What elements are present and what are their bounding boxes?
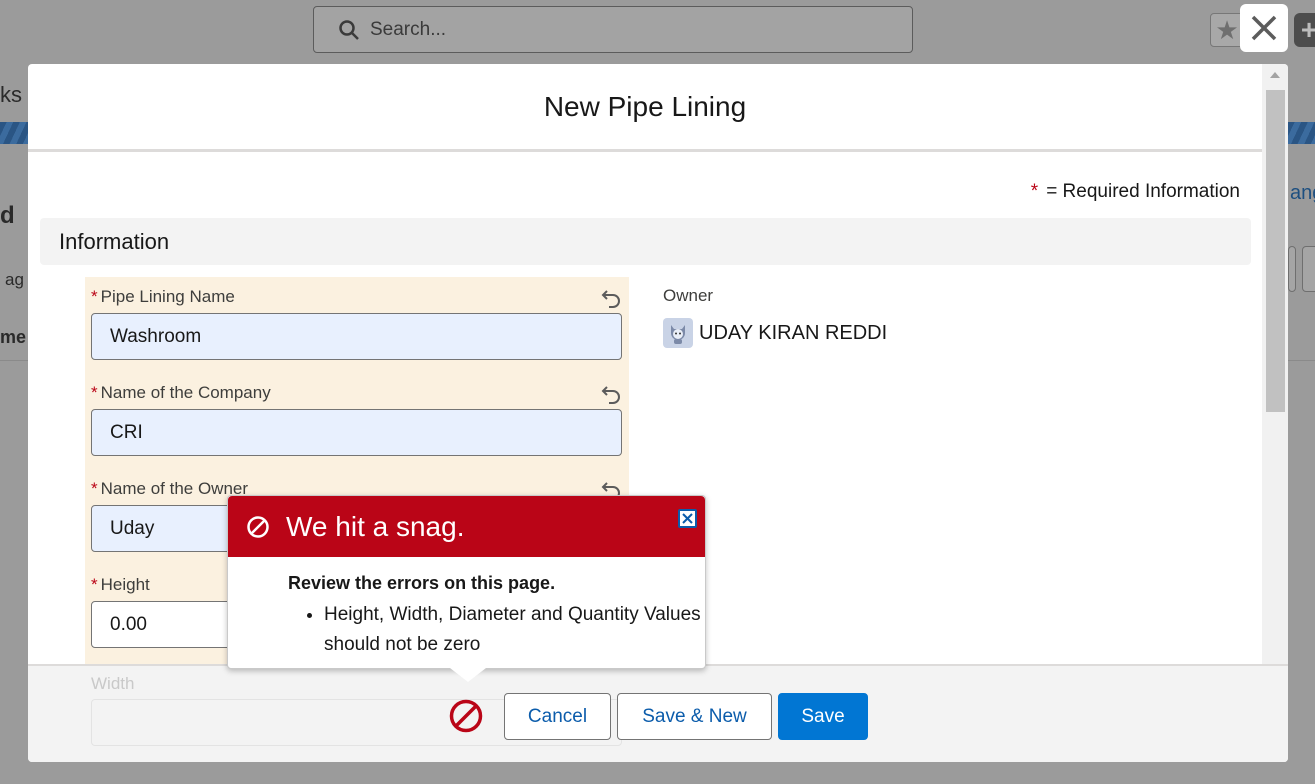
field-label-text: Height [100, 575, 150, 594]
undo-icon[interactable] [600, 287, 622, 309]
bg-text-fragment: ag [5, 270, 24, 289]
bg-text-fragment: d [0, 202, 15, 229]
bg-text-fragment: ks [0, 82, 22, 107]
field-label-text: Pipe Lining Name [100, 287, 235, 306]
owner-name[interactable]: UDAY KIRAN REDDI [699, 322, 887, 345]
required-star: * [91, 479, 98, 498]
close-icon [1251, 15, 1277, 41]
error-popover-subtitle: Review the errors on this page. [288, 573, 556, 593]
error-popover: We hit a snag. Review the errors on this… [227, 495, 706, 682]
field-label-text: Name of the Company [100, 383, 271, 402]
field-company-name: * Name of the Company CRI [91, 381, 622, 456]
error-popover-title: We hit a snag. [286, 510, 465, 542]
section-header-information[interactable]: Information [40, 218, 1251, 265]
popover-arrow [450, 668, 486, 682]
field-label: * Name of the Company [91, 381, 622, 405]
scroll-thumb[interactable] [1266, 90, 1285, 412]
save-button[interactable]: Save [778, 693, 868, 740]
bg-text-fragment: me [0, 327, 27, 347]
bg-stripe [1288, 122, 1315, 144]
save-and-new-button[interactable]: Save & New [617, 693, 772, 740]
bg-button [1302, 246, 1315, 292]
user-avatar-icon [671, 325, 685, 344]
error-list: Height, Width, Diameter and Quantity Val… [288, 600, 705, 660]
scroll-up-arrow-icon[interactable] [1270, 72, 1280, 78]
owner-label: Owner [663, 286, 714, 305]
error-popover-body: Review the errors on this page. Height, … [228, 557, 705, 660]
required-star: * [91, 383, 98, 402]
undo-icon[interactable] [600, 383, 622, 405]
modal-close-button[interactable] [1240, 4, 1288, 52]
owner-value: UDAY KIRAN REDDI [663, 318, 887, 348]
section-title: Information [59, 228, 170, 254]
required-star: * [91, 287, 98, 306]
global-search-box: Search... [313, 6, 913, 53]
bg-text-fragment: ang [1290, 182, 1315, 204]
pipe-lining-name-input[interactable]: Washroom [91, 313, 622, 360]
modal-footer: Width Cancel Save & New Save [28, 664, 1288, 762]
required-star: * [1030, 181, 1039, 202]
favorites-star-icon: ★ [1210, 13, 1244, 47]
error-indicator-icon[interactable] [448, 698, 484, 734]
error-ban-icon [247, 515, 269, 538]
avatar [663, 318, 693, 348]
field-label-text: Name of the Owner [100, 479, 249, 498]
search-icon [339, 19, 359, 40]
error-popover-close-button[interactable] [678, 509, 697, 528]
field-pipe-lining-name: * Pipe Lining Name Washroom [91, 285, 622, 360]
bg-stripe [0, 122, 28, 144]
modal-scrollbar[interactable] [1262, 64, 1288, 762]
width-field-label: Width [91, 674, 135, 693]
close-icon [682, 513, 693, 524]
global-add-icon: + [1294, 13, 1315, 47]
company-name-input[interactable]: CRI [91, 409, 622, 456]
required-legend: * = Required Information [1031, 181, 1240, 203]
search-placeholder: Search... [370, 18, 447, 40]
bg-button [1288, 246, 1296, 292]
cancel-button[interactable]: Cancel [504, 693, 611, 740]
modal-header: New Pipe Lining [28, 64, 1262, 152]
field-label: * Pipe Lining Name [91, 285, 622, 309]
error-popover-header: We hit a snag. [228, 496, 705, 557]
modal-title: New Pipe Lining [543, 90, 747, 122]
error-list-item: Height, Width, Diameter and Quantity Val… [324, 600, 705, 660]
required-star: * [91, 575, 98, 594]
required-legend-text: = Required Information [1046, 181, 1240, 202]
